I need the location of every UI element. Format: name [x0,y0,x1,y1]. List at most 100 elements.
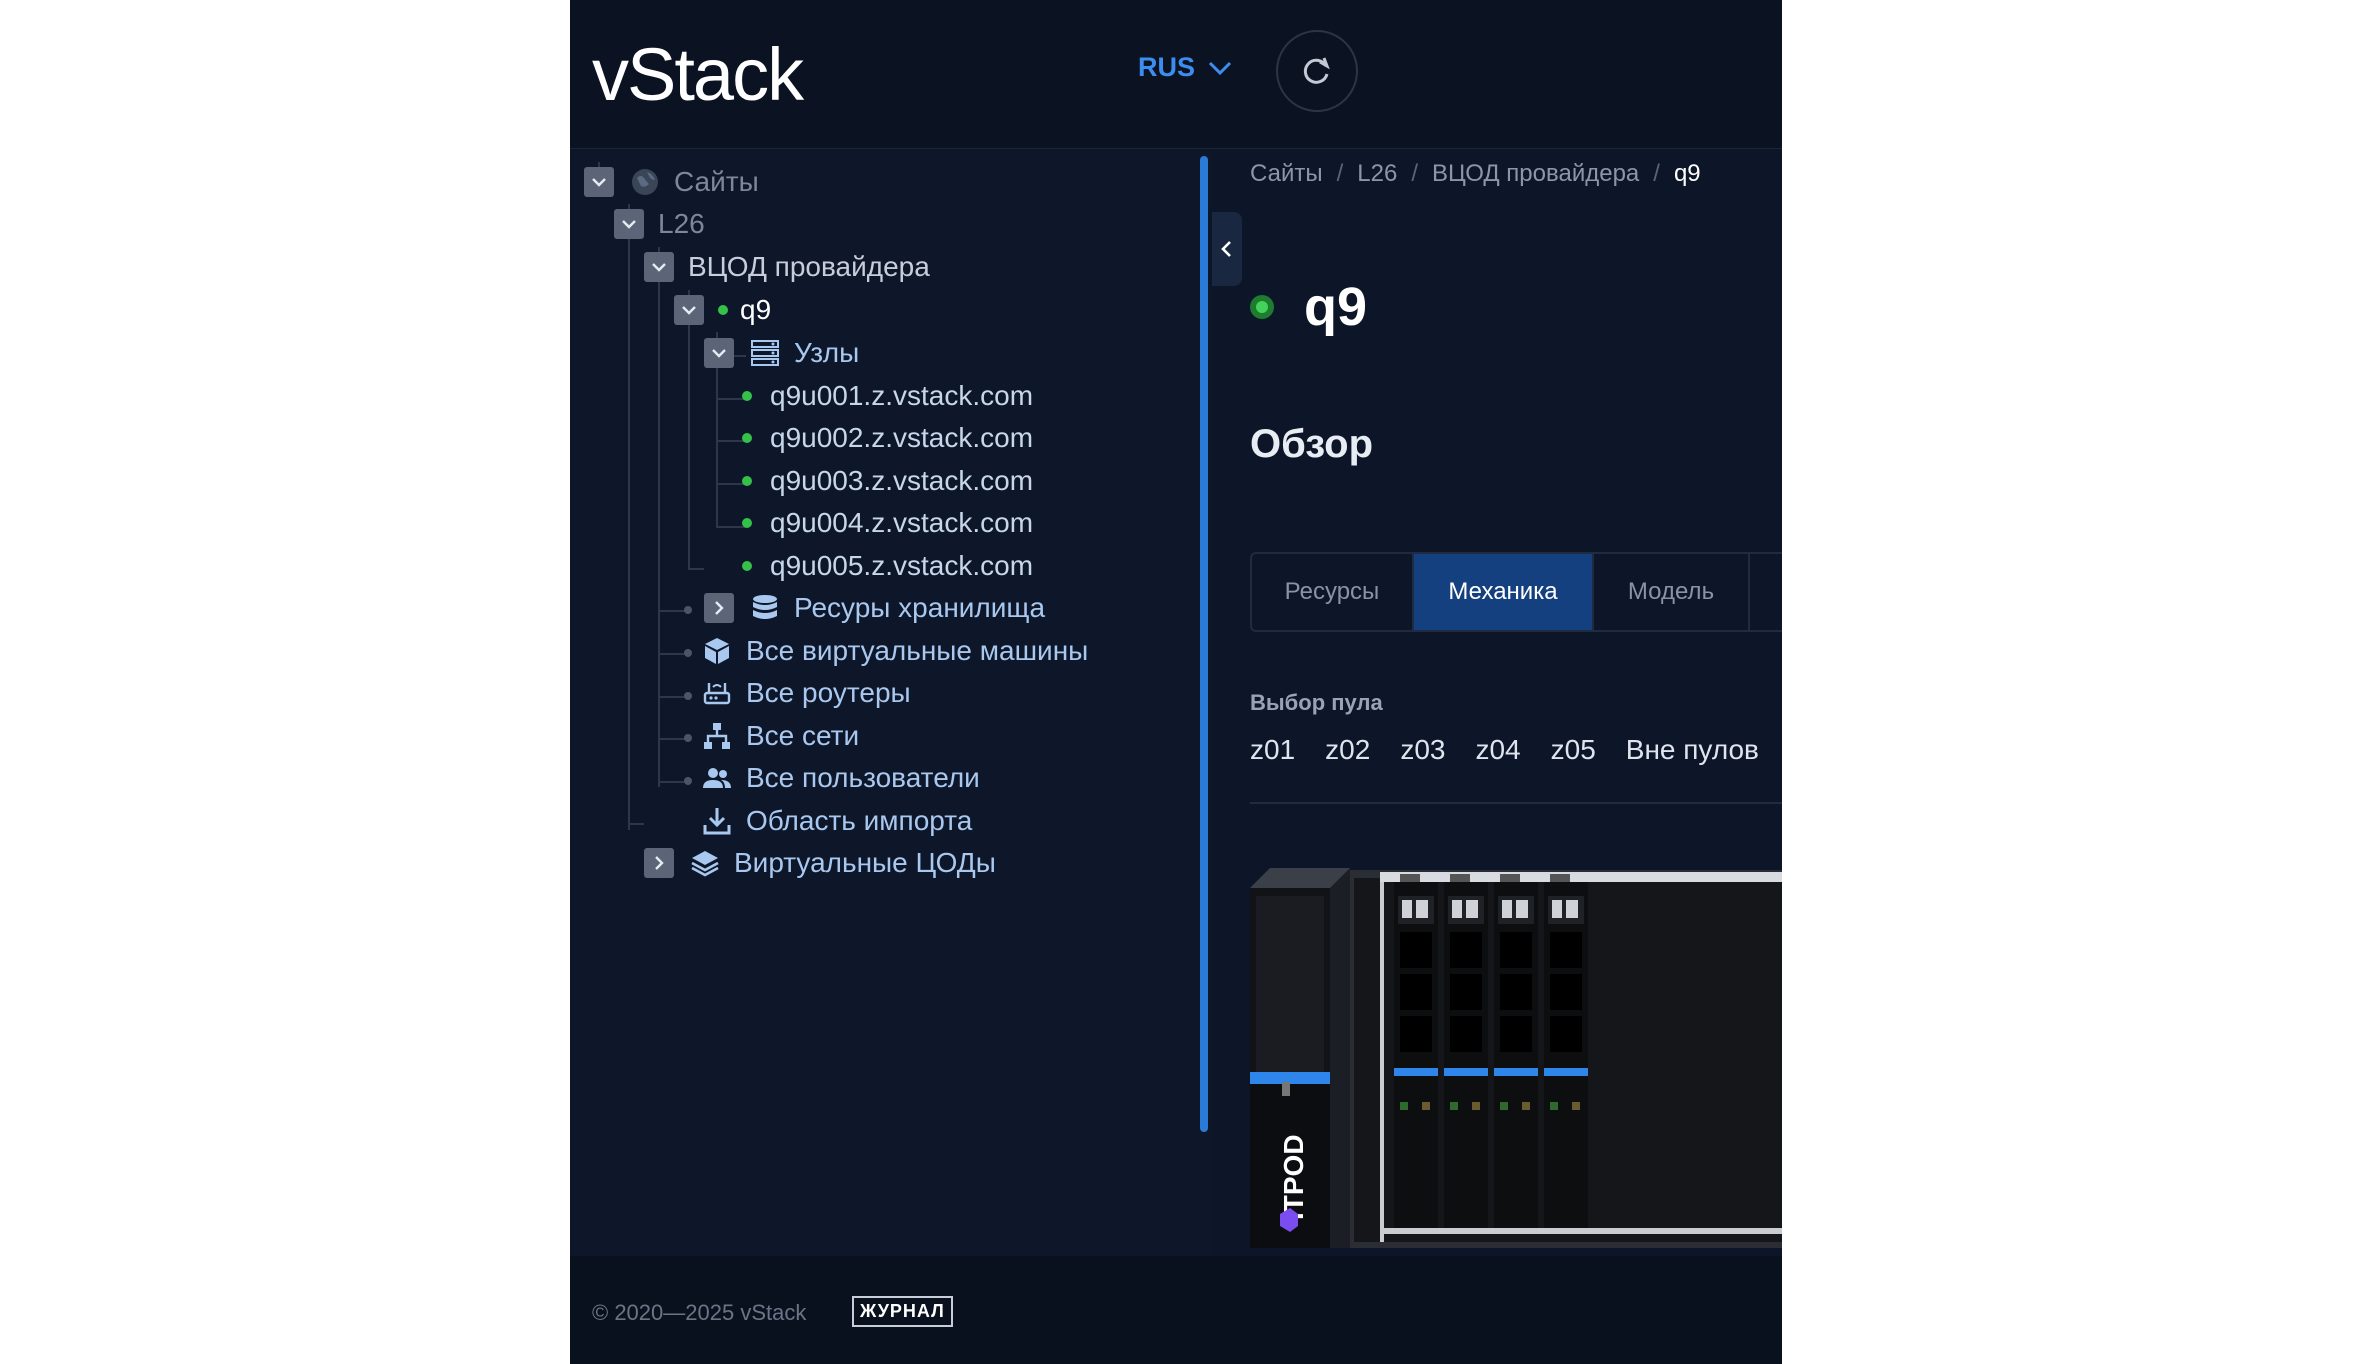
tree-node-host[interactable]: q9u002.z.vstack.com [742,418,1033,458]
collapse-toggle[interactable] [704,338,734,368]
copyright-text: © 2020—2025 vStack [592,1300,807,1325]
tree-node-import-area[interactable]: Область импорта [700,801,972,841]
chevron-down-icon [592,178,606,187]
tree-scrollbar[interactable] [1200,156,1208,1132]
status-online-icon [742,561,752,571]
page-title: q9 [1250,276,1367,338]
chevron-down-icon [712,349,726,358]
language-label: RUS [1138,52,1196,82]
pool-option[interactable]: Вне пулов [1626,734,1759,766]
page-title-text: q9 [1304,277,1368,337]
pool-selector: z01 z02 z03 z04 z05 Вне пулов [1250,734,1759,766]
tree-label: Узлы [794,337,860,368]
layers-icon [688,846,722,880]
network-icon [700,719,734,753]
vstack-logo[interactable]: vStack [592,30,804,120]
tree-label: ВЦОД провайдера [688,251,930,282]
database-icon [748,591,782,625]
box-icon [700,634,734,668]
router-icon [700,676,734,710]
tab-resources[interactable]: Ресурсы [1252,554,1414,630]
header: vStack RUS [570,0,1782,149]
users-icon [700,761,734,795]
footer: © 2020—2025 vStack ЖУРНАЛ [570,1256,1782,1364]
tree-label: q9u002.z.vstack.com [770,422,1034,453]
chassis-brand-label: ITPOD [1278,1134,1309,1220]
divider [1250,802,1782,804]
tree-label: q9u003.z.vstack.com [770,465,1034,496]
tree-node-cluster[interactable]: q9 [674,290,771,330]
chevron-right-icon [715,601,724,615]
pool-option[interactable]: z02 [1325,734,1370,766]
main-content: Сайты / L26/ ВЦОД провайдера / q9 q9 Обзор… [1250,150,1782,1256]
tree-label: Сайты [674,166,759,197]
pool-selector-label: Выбор пула [1250,690,1383,715]
server-chassis-illustration: ITPOD [1250,858,1782,1256]
tree-node-nodes[interactable]: Узлы [704,333,859,373]
tree-node-datacenter[interactable]: ВЦОД провайдера [644,247,930,287]
collapse-toggle[interactable] [614,209,644,239]
status-online-icon [742,433,752,443]
server-rack-icon [748,336,782,370]
collapse-toggle[interactable] [584,167,614,197]
globe-icon [628,165,662,199]
tree-node-host[interactable]: q9u003.z.vstack.com [742,461,1033,501]
breadcrumb-item[interactable]: Сайты [1250,160,1323,188]
tree-label: Виртуальные ЦОДы [734,847,996,878]
tab-model[interactable]: Модель [1594,554,1750,630]
chevron-down-icon [622,220,636,229]
tree-label: q9u004.z.vstack.com [770,507,1034,538]
breadcrumb-item[interactable]: L26 [1357,160,1397,188]
tree-label: q9 [740,294,772,325]
chevron-right-icon [655,856,664,870]
chevron-left-icon [1221,241,1231,257]
tree-label: Все роутеры [746,677,911,708]
status-online-icon [742,391,752,401]
pool-option[interactable]: z04 [1475,734,1520,766]
pool-option[interactable]: z05 [1551,734,1596,766]
section-heading: Обзор [1250,422,1374,466]
tree-node-all-users[interactable]: Все пользователи [700,758,980,798]
refresh-icon [1303,57,1330,84]
tree-label: L26 [658,208,705,239]
pool-option[interactable]: z01 [1250,734,1295,766]
app-window: vStack RUS Сайты L26 ВЦОД провайдера q9 … [570,0,1782,1364]
collapse-toggle[interactable] [644,252,674,282]
breadcrumb-item[interactable]: ВЦОД провайдера [1432,160,1639,188]
pool-option[interactable]: z03 [1400,734,1445,766]
collapse-toggle[interactable] [674,295,704,325]
journal-button[interactable]: ЖУРНАЛ [852,1296,953,1327]
tree-node-all-routers[interactable]: Все роутеры [700,673,911,713]
download-icon [700,804,734,838]
tab-bar: Ресурсы Механика Модель [1250,552,1782,632]
tree-label: q9u001.z.vstack.com [770,380,1034,411]
tree-node-all-vms[interactable]: Все виртуальные машины [700,631,1088,671]
tree-node-site[interactable]: L26 [614,204,705,244]
expand-toggle[interactable] [644,848,674,878]
breadcrumb-current: q9 [1673,160,1701,187]
status-online-icon [742,476,752,486]
tree-node-all-networks[interactable]: Все сети [700,716,859,756]
tree-node-host[interactable]: q9u005.z.vstack.com [742,546,1033,586]
status-online-icon [742,518,752,528]
chevron-down-icon [682,306,696,315]
expand-toggle[interactable] [704,593,734,623]
tree-node-host[interactable]: q9u004.z.vstack.com [742,503,1033,543]
chevron-down-icon [652,263,666,272]
tree-node-virtual-dcs[interactable]: Виртуальные ЦОДы [644,843,996,883]
chevron-down-icon [1208,61,1232,75]
tree-node-host[interactable]: q9u001.z.vstack.com [742,376,1033,416]
breadcrumb: Сайты / L26/ ВЦОД провайдера / q9 [1250,160,1701,188]
language-selector[interactable]: RUS [1138,52,1233,83]
navigation-tree: Сайты L26 ВЦОД провайдера q9 Узлы q9u001… [570,150,1210,1256]
tab-mechanics[interactable]: Механика [1414,554,1594,630]
tree-label: q9u005.z.vstack.com [770,550,1034,581]
tree-node-sites[interactable]: Сайты [584,162,759,202]
tree-label: Область импорта [746,805,973,836]
status-online-icon [1250,295,1274,319]
collapse-sidebar-button[interactable] [1212,212,1242,286]
tree-node-storage[interactable]: Ресуры хранилища [704,588,1045,628]
refresh-button[interactable] [1276,30,1358,112]
tree-label: Все виртуальные машины [746,635,1089,666]
tree-label: Все сети [746,720,860,751]
